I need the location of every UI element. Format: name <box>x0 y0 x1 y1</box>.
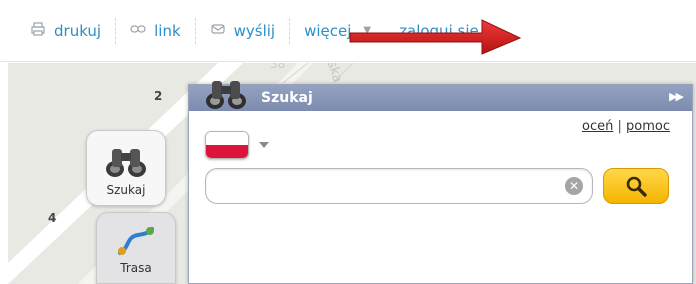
binoculars-icon <box>106 149 146 177</box>
search-row: ✕ <box>205 168 669 204</box>
search-input[interactable] <box>205 168 593 204</box>
printer-icon <box>30 21 46 40</box>
send-label: wyślij <box>233 21 276 40</box>
map-number-label: 38 <box>270 63 286 71</box>
toolbar-divider <box>289 17 291 44</box>
poland-flag-icon <box>205 131 249 159</box>
envelope-icon <box>210 23 226 38</box>
panel-title: Szukaj <box>261 90 313 106</box>
route-tool-label: Trasa <box>120 261 152 275</box>
search-panel: Szukaj ▶▶ oceń | pomoc ✕ <box>188 81 693 284</box>
route-tool-button[interactable]: Trasa <box>96 212 176 284</box>
print-label: drukuj <box>54 21 102 40</box>
rate-link[interactable]: oceń <box>582 119 613 134</box>
search-button[interactable] <box>603 168 669 204</box>
country-select[interactable] <box>205 131 269 159</box>
chevron-down-icon <box>259 142 269 148</box>
binoculars-icon <box>206 81 246 109</box>
link-link[interactable]: link <box>130 22 181 40</box>
route-icon <box>118 227 154 255</box>
more-label: więcej <box>304 21 352 40</box>
help-link[interactable]: pomoc <box>626 119 670 134</box>
panel-header: Szukaj ▶▶ <box>189 81 692 111</box>
search-field-wrapper: ✕ <box>205 168 593 204</box>
search-tool-button[interactable]: Szukaj <box>86 130 166 206</box>
map-number-label: 4 <box>48 211 57 225</box>
link-label: link <box>154 21 181 40</box>
search-tool-label: Szukaj <box>106 183 146 197</box>
toolbar-divider <box>115 17 117 44</box>
print-link[interactable]: drukuj <box>30 22 101 40</box>
send-link[interactable]: wyślij <box>210 22 275 40</box>
magnifier-icon <box>626 176 647 197</box>
chain-link-icon <box>130 23 146 38</box>
map-number-label: 2 <box>154 89 163 103</box>
clear-icon[interactable]: ✕ <box>565 177 583 195</box>
double-chevron-right-icon[interactable]: ▶▶ <box>669 90 684 103</box>
links-separator: | <box>617 119 622 134</box>
panel-links: oceń | pomoc <box>582 119 670 134</box>
red-arrow-icon <box>349 19 522 55</box>
toolbar-divider <box>194 17 196 44</box>
